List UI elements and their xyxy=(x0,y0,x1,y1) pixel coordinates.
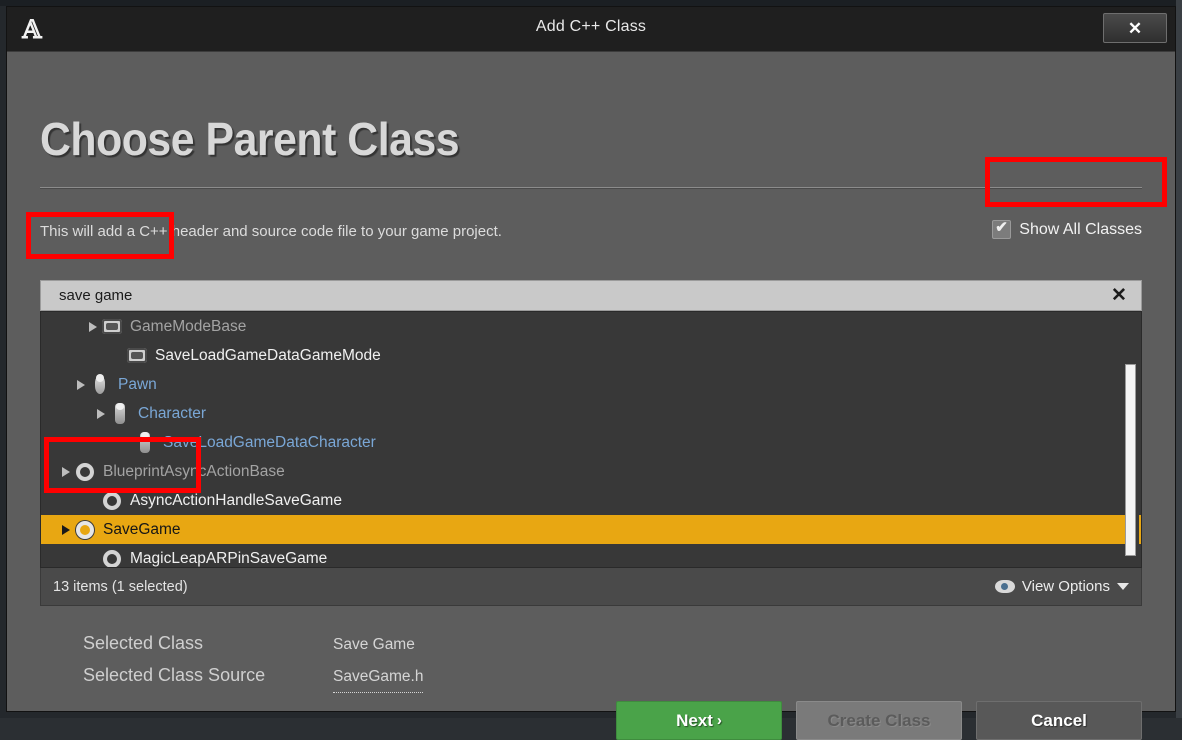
close-icon: ✕ xyxy=(1111,284,1127,307)
class-ring-icon xyxy=(101,548,123,569)
tree-spacer xyxy=(113,349,126,362)
dialog-titlebar: 𝔸 Add C++ Class ✕ xyxy=(7,7,1175,52)
class-ring-icon xyxy=(101,490,123,512)
tree-row-label: SaveLoadGameDataGameMode xyxy=(155,347,381,365)
tree-spacer xyxy=(88,494,101,507)
tree-scrollbar-track[interactable] xyxy=(1125,314,1139,565)
class-ring-icon xyxy=(74,461,96,483)
gamemode-icon xyxy=(126,345,148,367)
cancel-button[interactable]: Cancel xyxy=(976,701,1142,740)
tree-scrollbar-thumb[interactable] xyxy=(1125,364,1136,556)
character-icon xyxy=(109,403,131,425)
selected-class-source-row: Selected Class Source SaveGame.h xyxy=(83,660,423,693)
class-search-bar[interactable]: ✕ xyxy=(40,280,1142,311)
expand-arrow-icon[interactable] xyxy=(76,378,89,391)
tree-row-label: AsyncActionHandleSaveGame xyxy=(130,492,342,510)
tree-row[interactable]: SaveLoadGameDataGameMode xyxy=(41,341,1141,370)
tree-row[interactable]: SaveGame xyxy=(41,515,1141,544)
next-button-label: Next xyxy=(676,711,713,731)
create-class-button-label: Create Class xyxy=(827,711,930,731)
tree-row[interactable]: SaveLoadGameDataCharacter xyxy=(41,428,1141,457)
selected-class-source-label: Selected Class Source xyxy=(83,660,333,690)
selected-class-info: Selected Class Save Game Selected Class … xyxy=(83,628,423,693)
title-divider xyxy=(40,187,1142,188)
page-title: Choose Parent Class xyxy=(40,116,459,162)
tree-row[interactable]: Character xyxy=(41,399,1141,428)
chevron-down-icon xyxy=(1117,583,1129,590)
search-input[interactable] xyxy=(41,286,1097,305)
tree-row-label: MagicLeapARPinSaveGame xyxy=(130,550,327,568)
view-options-label: View Options xyxy=(1022,578,1110,595)
tree-status-bar: 13 items (1 selected) View Options xyxy=(40,568,1142,606)
dialog-footer: Next › Create Class Cancel xyxy=(616,701,1142,740)
dialog-body: Choose Parent Class This will add a C++ … xyxy=(7,52,1175,711)
tree-row-label: Pawn xyxy=(118,376,157,394)
expand-arrow-icon[interactable] xyxy=(61,523,74,536)
expand-arrow-icon[interactable] xyxy=(61,465,74,478)
dialog-title: Add C++ Class xyxy=(7,18,1175,36)
selected-class-value: Save Game xyxy=(333,630,415,660)
expand-arrow-icon[interactable] xyxy=(88,320,101,333)
show-all-classes-toggle[interactable]: ✔ Show All Classes xyxy=(992,220,1142,239)
tree-row-label: SaveLoadGameDataCharacter xyxy=(163,434,376,452)
tree-row-label: Character xyxy=(138,405,206,423)
cancel-button-label: Cancel xyxy=(1031,711,1087,731)
tree-row-label: GameModeBase xyxy=(130,318,246,336)
backdrop-right-strip xyxy=(1176,0,1182,718)
tree-row-label: BlueprintAsyncActionBase xyxy=(103,463,285,481)
pawn-icon xyxy=(89,374,111,396)
show-all-classes-label: Show All Classes xyxy=(1019,221,1142,239)
tree-row-label: SaveGame xyxy=(103,521,181,539)
tree-row[interactable]: AsyncActionHandleSaveGame xyxy=(41,486,1141,515)
tree-row[interactable]: BlueprintAsyncActionBase xyxy=(41,457,1141,486)
close-icon: ✕ xyxy=(1128,20,1142,37)
tree-row-container: GameModeBase SaveLoadGameDataGameMode Pawn… xyxy=(41,312,1141,568)
selected-class-label: Selected Class xyxy=(83,628,333,658)
chevron-right-icon: › xyxy=(717,712,722,729)
dialog-description: This will add a C++ header and source co… xyxy=(40,223,502,240)
class-ring-icon xyxy=(74,519,96,541)
tree-row[interactable]: MagicLeapARPinSaveGame xyxy=(41,544,1141,568)
create-class-button[interactable]: Create Class xyxy=(796,701,962,740)
tree-spacer xyxy=(121,436,134,449)
tree-row[interactable]: GameModeBase xyxy=(41,312,1141,341)
tree-spacer xyxy=(88,552,101,565)
selected-class-source-link[interactable]: SaveGame.h xyxy=(333,662,423,693)
eye-icon xyxy=(995,580,1015,593)
parent-class-tree[interactable]: GameModeBase SaveLoadGameDataGameMode Pawn… xyxy=(40,311,1142,568)
tree-row[interactable]: Pawn xyxy=(41,370,1141,399)
gamemode-icon xyxy=(101,316,123,338)
character-icon xyxy=(134,432,156,454)
view-options-button[interactable]: View Options xyxy=(995,578,1129,595)
next-button[interactable]: Next › xyxy=(616,701,782,740)
expand-arrow-icon[interactable] xyxy=(96,407,109,420)
item-count-label: 13 items (1 selected) xyxy=(53,579,188,595)
add-cpp-class-dialog: 𝔸 Add C++ Class ✕ Choose Parent Class Th… xyxy=(6,6,1176,712)
show-all-classes-checkbox[interactable]: ✔ xyxy=(992,220,1011,239)
selected-class-row: Selected Class Save Game xyxy=(83,628,423,660)
close-button[interactable]: ✕ xyxy=(1103,13,1167,43)
clear-search-button[interactable]: ✕ xyxy=(1097,281,1141,310)
checkmark-icon: ✔ xyxy=(995,219,1008,234)
